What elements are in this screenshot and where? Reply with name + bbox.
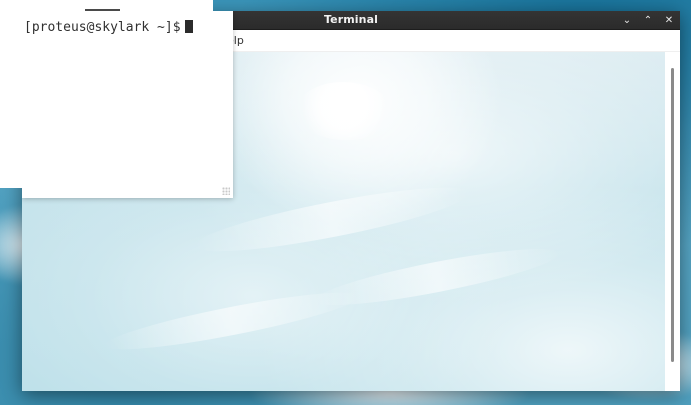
cursor-block: [184, 20, 193, 33]
chevron-down-icon[interactable]: ⌄: [621, 15, 633, 27]
terminal-prompt: [proteus@skylark ~]$: [24, 20, 193, 35]
background-cloud-streak: [311, 238, 563, 316]
desktop-wallpaper: Terminal ⌄ ⌃ ✕ File Edit View Terminal T…: [0, 0, 691, 405]
terminal-window: Terminal ⌄ ⌃ ✕ File Edit View Terminal T…: [22, 11, 680, 391]
resize-grip-icon[interactable]: [222, 187, 230, 195]
background-cloud: [297, 82, 392, 140]
background-window-side: [0, 11, 22, 188]
chevron-up-icon[interactable]: ⌃: [642, 15, 654, 27]
vertical-scrollbar[interactable]: [665, 52, 680, 391]
terminal-overlay-panel[interactable]: [proteus@skylark ~]$: [22, 11, 233, 198]
background-cloud-streak: [191, 175, 473, 264]
background-cloud-streak: [101, 282, 363, 360]
close-icon[interactable]: ✕: [663, 15, 675, 27]
scrollbar-thumb[interactable]: [671, 68, 674, 362]
window-controls: ⌄ ⌃ ✕: [621, 13, 675, 28]
